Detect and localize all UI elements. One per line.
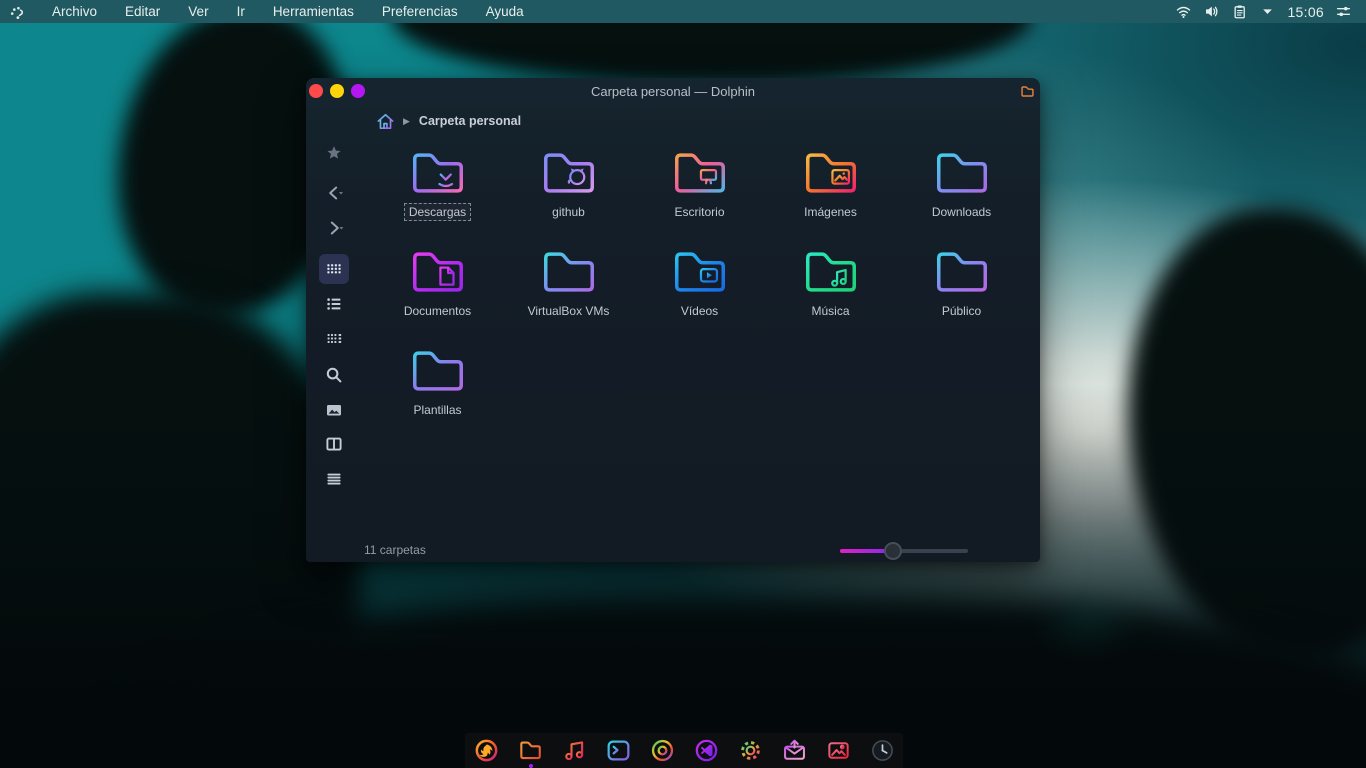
folder-item[interactable]: VirtualBox VMs	[503, 241, 634, 340]
folder-icon	[669, 245, 731, 299]
sidebar-bookmark-star-icon[interactable]	[319, 138, 349, 168]
dock-music-player-icon[interactable]	[561, 737, 588, 764]
folder-label: Imágenes	[804, 205, 857, 219]
folder-label: Plantillas	[413, 403, 462, 417]
folder-icon	[407, 245, 469, 299]
menu-item-ver[interactable]: Ver	[174, 0, 222, 23]
tray-clock[interactable]: 15:06	[1287, 4, 1324, 20]
folder-item[interactable]: Público	[896, 241, 1027, 340]
sidebar-split-view-button[interactable]	[319, 429, 349, 459]
desktop: Archivo Editar Ver Ir Herramientas Preferenci…	[0, 0, 1366, 768]
folder-item[interactable]: Música	[765, 241, 896, 340]
dock-photos-icon[interactable]	[825, 737, 852, 764]
folder-item[interactable]: Downloads	[896, 142, 1027, 241]
folder-label: VirtualBox VMs	[527, 304, 610, 318]
folder-item[interactable]: Descargas	[372, 142, 503, 241]
folder-icon	[407, 146, 469, 200]
sidebar-view-grid-button[interactable]	[319, 254, 349, 284]
folder-icon	[669, 146, 731, 200]
sidebar-back-button[interactable]	[319, 178, 349, 208]
dock	[465, 733, 903, 768]
folder-label: Downloads	[931, 205, 992, 219]
sidebar-menu-button[interactable]	[319, 464, 349, 494]
wifi-icon[interactable]	[1175, 3, 1192, 20]
folder-icon	[931, 245, 993, 299]
status-text: 11 carpetas	[364, 543, 426, 557]
system-tray: 15:06	[1175, 3, 1366, 20]
folder-item[interactable]: Escritorio	[634, 142, 765, 241]
folder-grid: Descargas github Escritorio Imágenes Dow…	[372, 142, 1030, 439]
folder-label: Vídeos	[680, 304, 719, 318]
titlebar[interactable]: Carpeta personal — Dolphin	[306, 78, 1040, 106]
folder-item[interactable]: Documentos	[372, 241, 503, 340]
folder-label: Público	[941, 304, 982, 318]
dock-code-editor-icon[interactable]	[693, 737, 720, 764]
folder-label: Descargas	[403, 203, 472, 221]
breadcrumb-separator-icon: ▶	[403, 115, 410, 126]
folder-label: Escritorio	[674, 205, 725, 219]
location-toolbar: ▶ Carpeta personal	[362, 106, 1040, 136]
dock-settings-icon[interactable]	[737, 737, 764, 764]
menu-item-preferencias[interactable]: Preferencias	[368, 0, 472, 23]
zoom-slider-knob[interactable]	[884, 542, 902, 560]
zoom-slider[interactable]	[840, 542, 968, 560]
tool-sidebar	[306, 106, 362, 538]
folder-icon	[538, 146, 600, 200]
statusbar: 11 carpetas	[306, 538, 1040, 562]
volume-icon[interactable]	[1203, 3, 1220, 20]
breadcrumb[interactable]: Carpeta personal	[419, 114, 521, 128]
tweaks-icon[interactable]	[1335, 3, 1352, 20]
distro-logo-icon[interactable]	[8, 3, 28, 21]
sidebar-view-compact-button[interactable]	[319, 324, 349, 354]
dock-files-icon[interactable]	[517, 737, 544, 768]
sidebar-forward-button[interactable]	[319, 213, 349, 243]
menu-item-ir[interactable]: Ir	[223, 0, 259, 23]
folder-label: github	[552, 205, 585, 219]
clipboard-icon[interactable]	[1231, 3, 1248, 20]
folder-item[interactable]: Vídeos	[634, 241, 765, 340]
dock-running-indicator	[528, 764, 533, 768]
window-title: Carpeta personal — Dolphin	[590, 84, 756, 99]
dock-mail-share-icon[interactable]	[781, 737, 808, 764]
folder-icon	[538, 245, 600, 299]
sidebar-preview-button[interactable]	[319, 395, 349, 425]
menu-item-herramientas[interactable]: Herramientas	[259, 0, 368, 23]
folder-item[interactable]: Plantillas	[372, 340, 503, 439]
dolphin-app-icon	[1021, 86, 1034, 97]
dolphin-window: Carpeta personal — Dolphin ▶ Carpeta per…	[306, 78, 1040, 562]
menubar-items: Archivo Editar Ver Ir Herramientas Preferenci…	[38, 0, 538, 23]
menu-item-archivo[interactable]: Archivo	[38, 0, 111, 23]
folder-icon	[800, 245, 862, 299]
caret-down-icon[interactable]	[1259, 3, 1276, 20]
sidebar-view-list-button[interactable]	[319, 289, 349, 319]
folder-icon	[800, 146, 862, 200]
folder-item[interactable]: github	[503, 142, 634, 241]
dock-chromium-icon[interactable]	[649, 737, 676, 764]
folder-label: Documentos	[403, 304, 472, 318]
folder-label: Música	[811, 304, 850, 318]
menu-item-ayuda[interactable]: Ayuda	[472, 0, 538, 23]
global-menubar: Archivo Editar Ver Ir Herramientas Preferenci…	[0, 0, 1366, 23]
dock-clock-icon[interactable]	[869, 737, 896, 764]
home-icon[interactable]	[375, 111, 396, 132]
sidebar-search-button[interactable]	[319, 360, 349, 390]
folder-icon	[407, 344, 469, 398]
dock-terminal-icon[interactable]	[605, 737, 632, 764]
dock-firefox-icon[interactable]	[473, 737, 500, 764]
menu-item-editar[interactable]: Editar	[111, 0, 174, 23]
folder-icon	[931, 146, 993, 200]
folder-item[interactable]: Imágenes	[765, 142, 896, 241]
